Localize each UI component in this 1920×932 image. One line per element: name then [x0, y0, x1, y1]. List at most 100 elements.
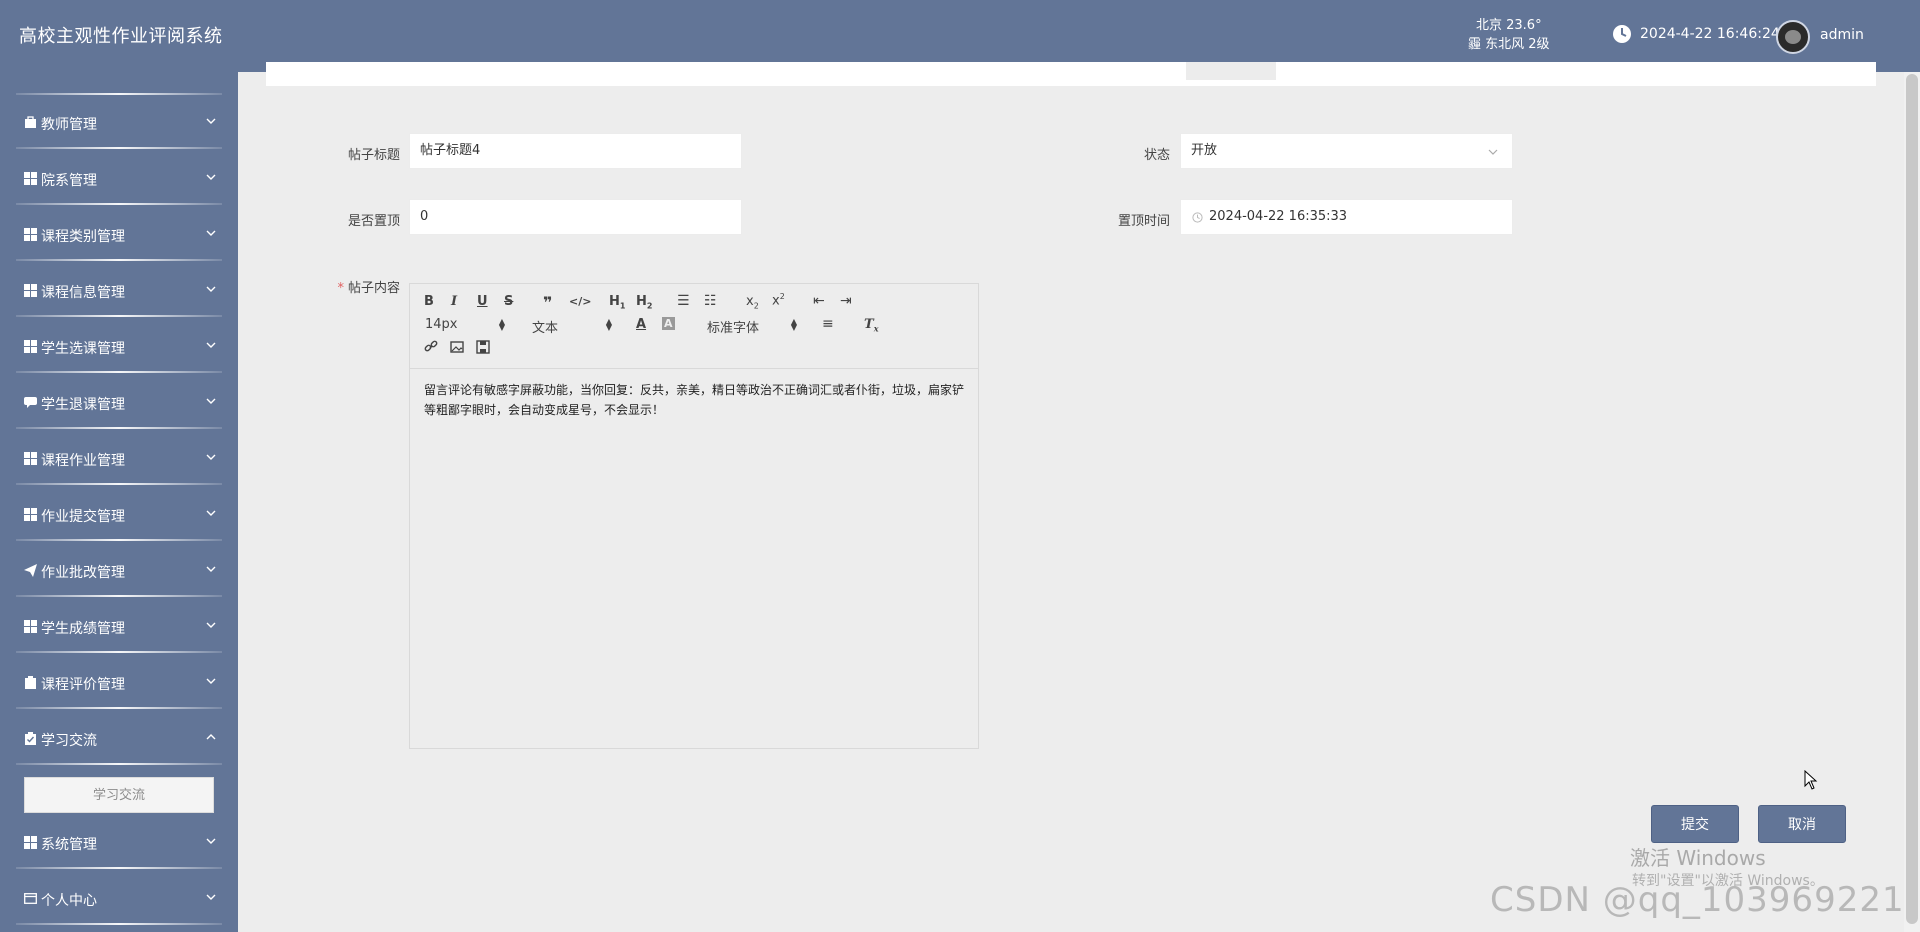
cancel-button[interactable]: 取消: [1758, 805, 1846, 843]
grid-icon: [24, 620, 37, 633]
pinned-time-value: 2024-04-22 16:35:33: [1209, 209, 1348, 224]
chevron-down-icon: [206, 510, 216, 516]
sidebar-item-label: 学生选课管理: [41, 341, 125, 357]
sidebar-item-label: 作业提交管理: [41, 509, 125, 525]
sidebar-item-course-evaluation[interactable]: 课程评价管理: [0, 655, 238, 709]
avatar[interactable]: [1776, 20, 1810, 54]
font-size-value: 14px: [425, 317, 458, 332]
app-title: 高校主观性作业评阅系统: [19, 26, 223, 47]
sidebar-item-student-grades[interactable]: 学生成绩管理: [0, 599, 238, 653]
grid-icon: [24, 836, 37, 849]
sidebar-item-label: 课程信息管理: [41, 285, 125, 301]
status-select[interactable]: 开放: [1180, 133, 1513, 169]
chevron-down-icon: [206, 118, 216, 124]
chevron-down-icon: [206, 566, 216, 572]
mouse-cursor-icon: [1804, 770, 1818, 790]
sidebar-item-label: 学习交流: [41, 733, 97, 749]
sidebar-item-course-withdrawal[interactable]: 学生退课管理: [0, 375, 238, 429]
header-select[interactable]: 文本 ▲ ▼: [532, 317, 612, 337]
sidebar-item-course-category[interactable]: 课程类别管理: [0, 207, 238, 261]
updown-arrow-icon: ▲ ▼: [498, 317, 505, 332]
heading1-icon[interactable]: H1: [609, 294, 625, 311]
status-value: 开放: [1191, 143, 1218, 158]
pinned-time-label: 置顶时间: [1117, 214, 1170, 229]
chevron-down-icon: [206, 894, 216, 900]
editor-content[interactable]: 留言评论有敏感字屏蔽功能，当你回复：反共，亲美，精日等政治不正确词汇或者仆街，垃…: [424, 380, 964, 420]
chevron-down-icon: [206, 678, 216, 684]
sidebar-subitem-learning-exchange[interactable]: 学习交流: [24, 777, 214, 813]
underline-icon[interactable]: U: [477, 294, 488, 309]
font-family-value: 标准字体: [707, 321, 760, 336]
weather-city-temp: 北京 23.6°: [1476, 18, 1542, 33]
sidebar-item-learning-exchange[interactable]: 学习交流: [0, 711, 238, 765]
scrollbar-thumb[interactable]: [1906, 74, 1918, 924]
sidebar-item-homework-grading[interactable]: 作业批改管理: [0, 543, 238, 597]
submit-button[interactable]: 提交: [1651, 805, 1739, 843]
tab-active[interactable]: [1186, 62, 1276, 80]
current-datetime: 2024-4-22 16:46:24: [1640, 26, 1780, 42]
chevron-down-icon: [206, 286, 216, 292]
chevron-down-icon: [206, 838, 216, 844]
sidebar-item-course-homework[interactable]: 课程作业管理: [0, 431, 238, 485]
pinned-input[interactable]: 0: [409, 199, 742, 235]
pinned-label: 是否置顶: [347, 214, 400, 229]
heading2-icon[interactable]: H2: [636, 294, 652, 311]
sidebar-item-department[interactable]: 院系管理: [0, 151, 238, 205]
bullet-list-icon[interactable]: ☷: [704, 293, 717, 309]
outdent-icon[interactable]: ⇤: [813, 293, 825, 309]
updown-arrow-icon: ▲ ▼: [605, 317, 612, 332]
clipboard-check-icon: [25, 732, 36, 745]
paper-plane-icon: [24, 564, 37, 577]
sidebar-item-label: 课程评价管理: [41, 677, 125, 693]
post-content-label: * 帖子内容: [320, 277, 400, 296]
image-icon[interactable]: [450, 340, 464, 354]
sidebar-item-course-info[interactable]: 课程信息管理: [0, 263, 238, 317]
chat-icon: [24, 397, 37, 408]
sidebar-item-label: 作业批改管理: [41, 565, 125, 581]
grid-icon: [24, 228, 37, 241]
align-icon[interactable]: ≡: [822, 316, 834, 332]
sidebar: 教师管理 院系管理 课程类别管理 课程信息管理 学生选课管理 学生退课管理 课程…: [0, 72, 238, 932]
username[interactable]: admin: [1820, 27, 1864, 43]
sidebar-item-homework-submission[interactable]: 作业提交管理: [0, 487, 238, 541]
font-size-select[interactable]: 14px ▲ ▼: [425, 317, 505, 332]
sidebar-item-label: 学生成绩管理: [41, 621, 125, 637]
sidebar-item-teacher[interactable]: 教师管理: [0, 95, 238, 149]
sidebar-item-system[interactable]: 系统管理: [0, 815, 238, 869]
chevron-down-icon: [206, 342, 216, 348]
sidebar-item-label: 院系管理: [41, 173, 97, 189]
chevron-down-icon: [206, 622, 216, 628]
tab-strip: [266, 62, 1876, 86]
header-select-value: 文本: [532, 321, 559, 336]
rich-text-editor: B I U S ❞ </> H1 H2 ☰ ☷ x2 x2 ⇤ ⇥ 14px ▲ ▼…: [409, 283, 979, 749]
italic-icon[interactable]: I: [451, 294, 457, 309]
strikethrough-icon[interactable]: S: [504, 294, 513, 309]
link-icon[interactable]: [424, 340, 438, 354]
bold-icon[interactable]: B: [424, 294, 434, 309]
indent-icon[interactable]: ⇥: [840, 293, 852, 309]
windows-activation-watermark: 激活 Windows: [1630, 846, 1766, 870]
font-family-select[interactable]: 标准字体 ▲ ▼: [707, 317, 797, 337]
ordered-list-icon[interactable]: ☰: [677, 293, 690, 309]
background-color-icon[interactable]: A: [662, 317, 675, 330]
pinned-time-picker[interactable]: 2024-04-22 16:35:33: [1180, 199, 1513, 235]
clear-format-icon[interactable]: Tx: [864, 317, 878, 334]
subscript-icon[interactable]: x2: [746, 294, 759, 311]
superscript-icon[interactable]: x2: [772, 292, 785, 308]
blockquote-icon[interactable]: ❞: [543, 293, 552, 312]
status-label: 状态: [1143, 148, 1170, 163]
video-icon[interactable]: [476, 340, 490, 354]
post-title-input[interactable]: 帖子标题4: [409, 133, 742, 169]
font-color-icon[interactable]: A: [636, 317, 646, 332]
clock-icon: [1192, 212, 1203, 223]
sidebar-item-label: 系统管理: [41, 837, 97, 853]
code-block-icon[interactable]: </>: [569, 295, 591, 308]
weather-widget: 北京 23.6° 霾 东北风 2级: [1468, 16, 1550, 54]
post-title-label: 帖子标题: [347, 148, 400, 163]
required-mark: *: [337, 281, 344, 296]
sidebar-item-course-selection[interactable]: 学生选课管理: [0, 319, 238, 373]
chevron-down-icon: [206, 174, 216, 180]
grid-icon: [24, 284, 37, 297]
sidebar-item-personal-center[interactable]: 个人中心: [0, 871, 238, 925]
clipboard-icon: [25, 676, 36, 689]
